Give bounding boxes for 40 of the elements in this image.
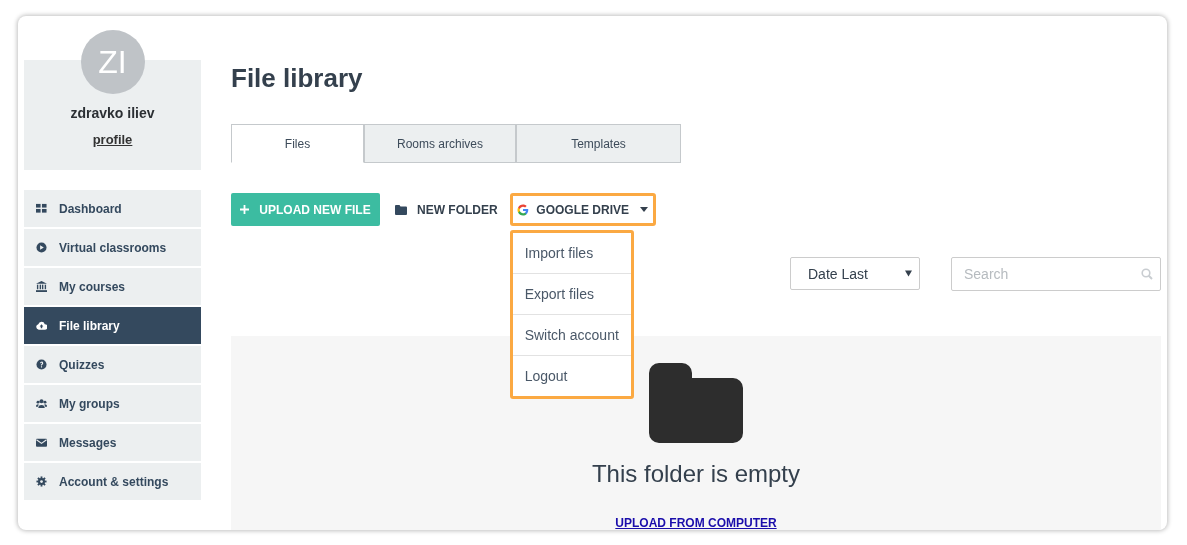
settings-icon	[36, 476, 47, 487]
building-icon	[36, 281, 47, 292]
plus-icon	[240, 205, 250, 214]
folder-icon	[649, 363, 743, 443]
google-drive-button[interactable]: GOOGLE DRIVE	[509, 193, 656, 226]
profile-link[interactable]: profile	[92, 132, 133, 147]
search-icon	[1141, 268, 1153, 280]
tab[interactable]: Rooms archives	[364, 124, 516, 163]
question-icon	[36, 359, 47, 370]
sidebar-item[interactable]: File library	[24, 307, 201, 344]
menu-item[interactable]: Import files	[512, 233, 631, 274]
sidebar-item[interactable]: Account & settings	[24, 463, 201, 500]
menu-item[interactable]: Export files	[512, 274, 631, 315]
folder-icon	[395, 204, 407, 215]
sidebar-item[interactable]: Messages	[24, 424, 201, 461]
sort-select[interactable]: Date Last	[790, 257, 920, 290]
sidebar-item[interactable]: My courses	[24, 268, 201, 305]
play-icon	[36, 242, 47, 253]
envelope-icon	[36, 437, 47, 448]
users-icon	[36, 398, 47, 409]
avatar: ZI	[80, 30, 145, 94]
sidebar-item[interactable]: Quizzes	[24, 346, 201, 383]
menu-item[interactable]: Switch account	[512, 315, 631, 356]
menu-item[interactable]: Logout	[512, 356, 631, 396]
g-logo-icon	[517, 203, 530, 216]
page-title: File library	[231, 62, 364, 95]
user-name: zdravko iliev	[70, 105, 155, 121]
upload-link[interactable]: UPLOAD FROM COMPUTER	[615, 516, 777, 530]
search-field[interactable]: Search	[951, 257, 1161, 291]
new-folder-button[interactable]: NEW FOLDER	[395, 202, 498, 217]
tab[interactable]: Files	[231, 124, 364, 163]
sidebar-item[interactable]: Virtual classrooms	[24, 229, 201, 266]
tab[interactable]: Templates	[516, 124, 681, 163]
cloud-upload-icon	[36, 320, 47, 331]
grid-icon	[36, 203, 47, 214]
caret-icon	[905, 270, 912, 277]
empty-message: This folder is empty	[591, 460, 801, 488]
sidebar-item[interactable]: My groups	[24, 385, 201, 422]
caret-icon	[640, 207, 648, 212]
sidebar-item[interactable]: Dashboard	[24, 190, 201, 227]
